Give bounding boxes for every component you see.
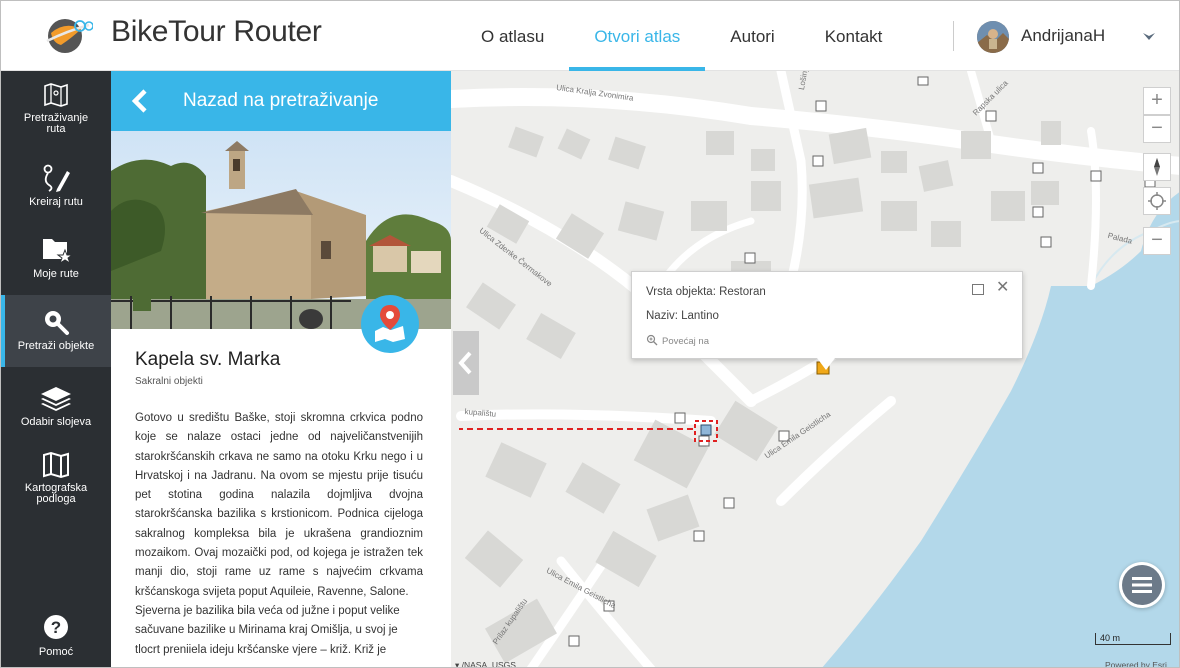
compass-button[interactable]	[1143, 153, 1171, 181]
sidebar-item-kartografska-podloga[interactable]: Kartografska podloga	[1, 451, 111, 505]
user-avatar[interactable]	[977, 21, 1009, 53]
sidebar-item-label: Pretraživanje ruta	[23, 112, 89, 135]
nav-divider	[953, 21, 954, 51]
poi-paragraph: Gotovo u središtu Baške, stoji skromna c…	[135, 412, 423, 598]
layers-icon	[41, 387, 71, 411]
help-icon: ?	[44, 615, 68, 639]
popup-name: Naziv: Lantino	[646, 310, 719, 322]
show-on-map-button[interactable]	[361, 295, 419, 353]
map-scale-bar: 40 m	[1095, 633, 1171, 645]
user-name[interactable]: AndrijanaH	[1021, 26, 1105, 46]
search-icon	[45, 311, 69, 335]
collapse-panel-button[interactable]	[453, 331, 479, 395]
sidebar-item-label: Odabir slojeva	[20, 416, 92, 428]
poi-title: Kapela sv. Marka	[135, 349, 281, 370]
nav-otvori-atlas[interactable]: Otvori atlas	[569, 1, 706, 71]
compass-icon	[1154, 158, 1160, 176]
sidebar-item-label: Moje rute	[33, 268, 79, 280]
chevron-left-icon[interactable]	[131, 89, 149, 113]
map-view[interactable]: Ulica Kralja Zvonimira Ulica Zdenke Čerm…	[451, 71, 1179, 667]
sidebar-item-label: Kreiraj rutu	[29, 196, 83, 208]
sidebar-item-pretrazi-objekte[interactable]: Pretraži objekte	[1, 295, 111, 367]
panel-header[interactable]: Nazad na pretraživanje	[111, 71, 451, 131]
folder-star-icon	[43, 239, 73, 265]
zoom-out-button[interactable]: −	[1143, 115, 1171, 143]
poi-paragraph: Sjeverna je bazilika bila veća od južne …	[135, 604, 400, 656]
top-header: BikeTour Router O atlasu Otvori atlas Au…	[1, 1, 1179, 71]
zoom-out-button-2[interactable]: −	[1143, 227, 1171, 255]
map-pin-icon	[375, 305, 405, 342]
zoom-to-icon[interactable]	[646, 334, 658, 346]
locate-button[interactable]	[1143, 187, 1171, 215]
back-to-search-label[interactable]: Nazad na pretraživanje	[183, 90, 378, 112]
popup-zoom-link[interactable]: Povećaj na	[662, 336, 709, 347]
nav-o-atlasu[interactable]: O atlasu	[456, 1, 569, 71]
app-title: BikeTour Router	[111, 15, 322, 48]
popup-type: Vrsta objekta: Restoran	[646, 286, 766, 298]
main-nav: O atlasu Otvori atlas Autori Kontakt	[456, 1, 907, 71]
feature-popup: Vrsta objekta: Restoran Naziv: Lantino P…	[631, 271, 1023, 359]
sidebar-item-odabir-slojeva[interactable]: Odabir slojeva	[1, 383, 111, 428]
poi-category: Sakralni objekti	[135, 376, 203, 387]
sidebar: Pretraživanje ruta Kreiraj rutu Moje rut…	[1, 71, 111, 667]
sidebar-item-label: Pomoć	[38, 646, 74, 658]
map-attribution[interactable]: ▾ /NASA, USGS	[455, 660, 516, 667]
chevron-left-icon	[458, 351, 472, 375]
zoom-in-button[interactable]: +	[1143, 87, 1171, 115]
sidebar-item-moje-rute[interactable]: Moje rute	[1, 233, 111, 280]
locate-icon	[1148, 192, 1166, 210]
avatar-photo-icon	[977, 21, 1009, 53]
sidebar-item-label: Pretraži objekte	[17, 340, 95, 352]
poi-description: Gotovo u središtu Baške, stoji skromna c…	[135, 409, 423, 660]
sidebar-item-label: Kartografska podloga	[24, 482, 88, 505]
nav-autori[interactable]: Autori	[705, 1, 799, 71]
route-draw-icon	[43, 164, 70, 192]
svg-text:?: ?	[51, 618, 61, 637]
list-icon	[1122, 565, 1162, 605]
sidebar-item-kreiraj-rutu[interactable]: Kreiraj rutu	[1, 163, 111, 208]
basemap-icon	[43, 451, 69, 479]
esri-attribution[interactable]: Powered by Esri	[1105, 660, 1167, 667]
biketour-logo-icon[interactable]	[43, 15, 93, 57]
maximize-icon[interactable]	[972, 284, 984, 295]
map-icon	[44, 83, 68, 107]
close-icon[interactable]: ✕	[996, 280, 1009, 296]
layer-list-button[interactable]	[1119, 562, 1165, 608]
chevron-down-icon[interactable]	[1141, 28, 1157, 44]
sidebar-item-pretrazivanje-ruta[interactable]: Pretraživanje ruta	[1, 81, 111, 135]
sidebar-item-pomoc[interactable]: ? Pomoć	[1, 613, 111, 658]
app-window: BikeTour Router O atlasu Otvori atlas Au…	[0, 0, 1180, 668]
popup-pointer	[817, 358, 835, 370]
poi-detail-panel: Nazad na pretraživanje Kapela sv. Marka …	[111, 71, 451, 667]
nav-kontakt[interactable]: Kontakt	[800, 1, 908, 71]
